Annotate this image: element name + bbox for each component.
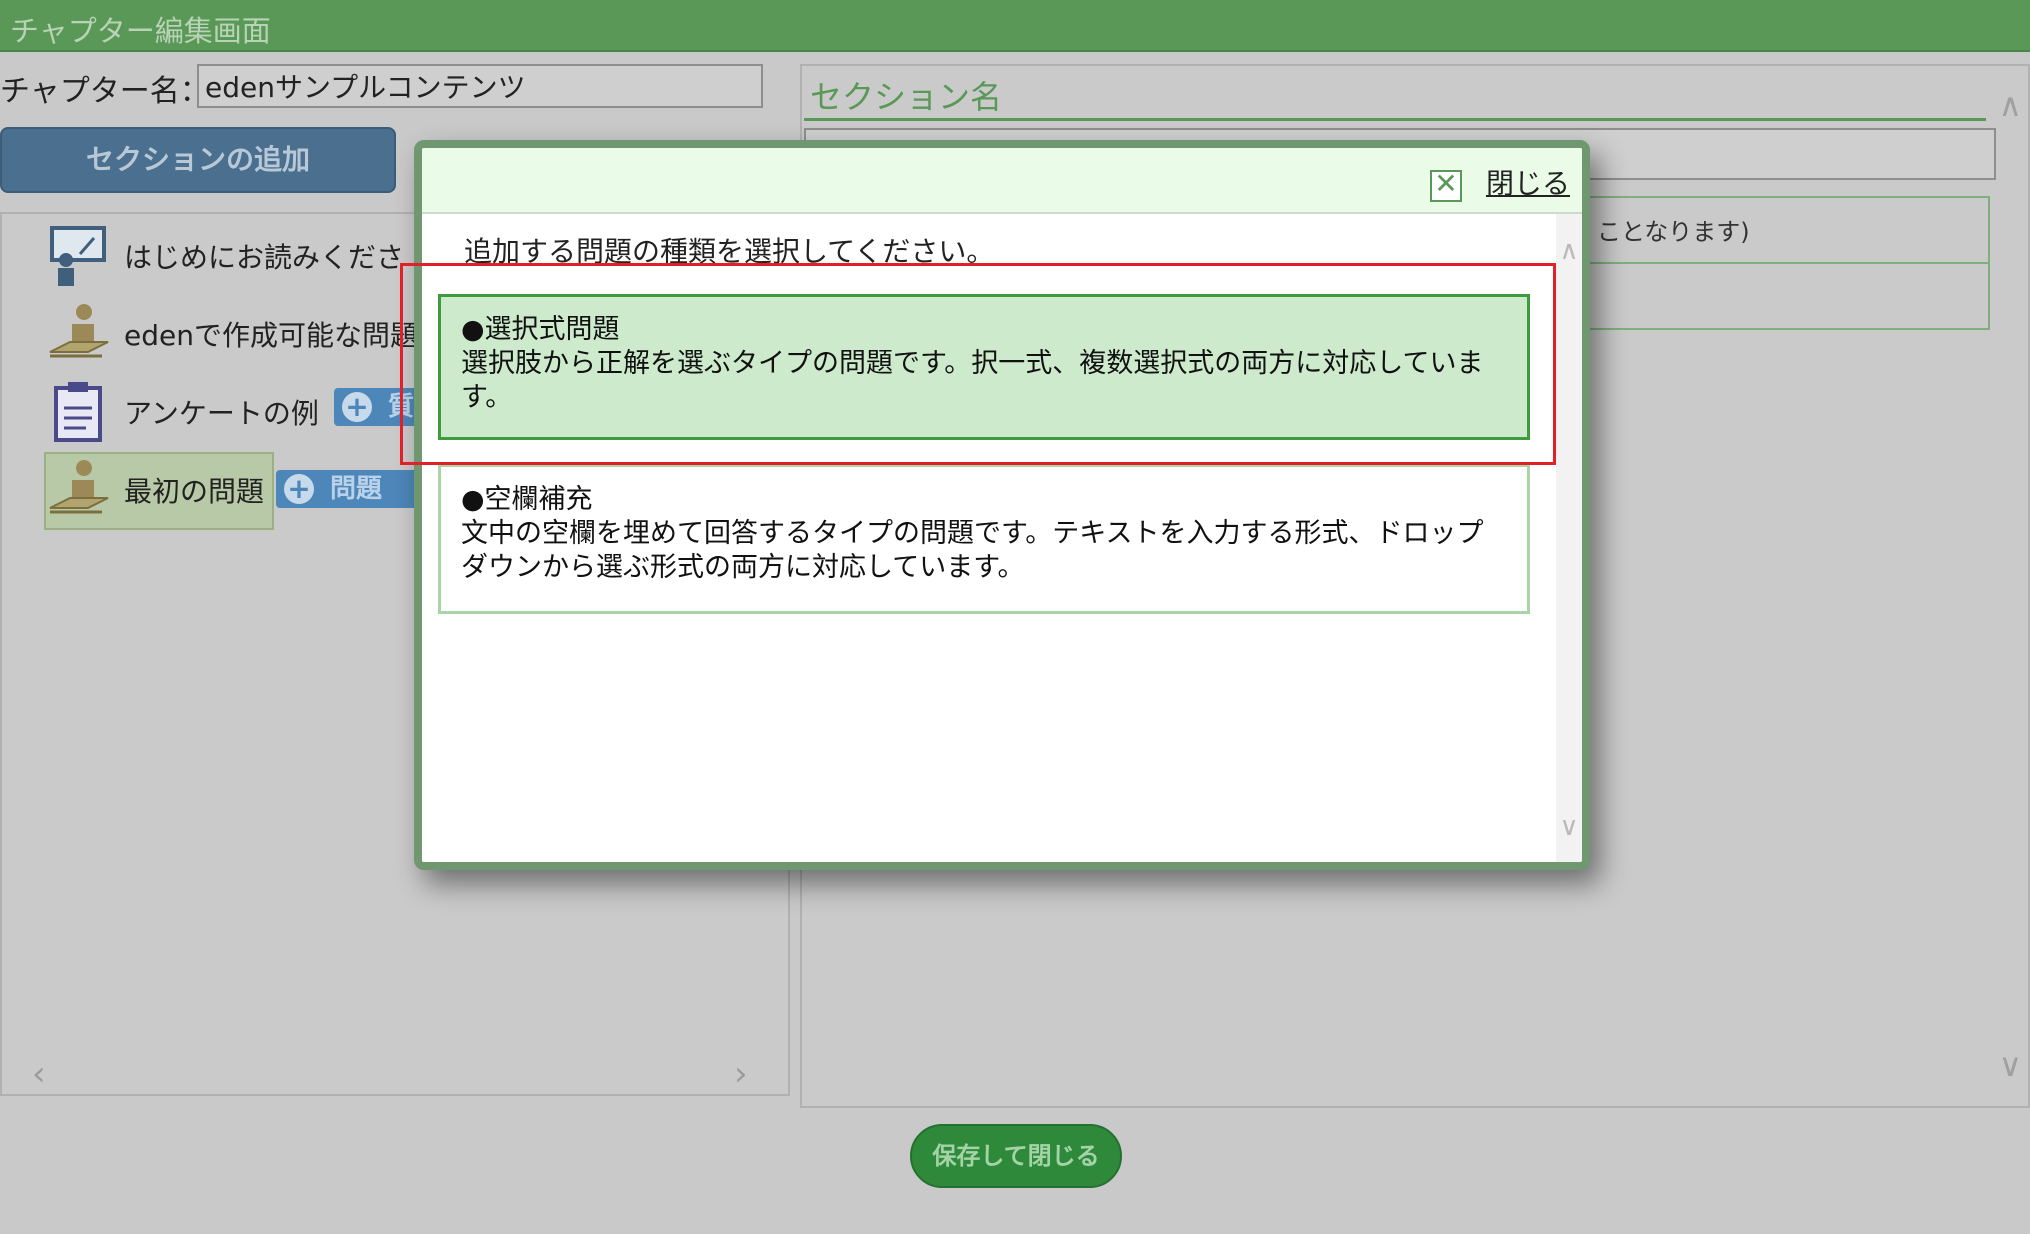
- tree-item-survey[interactable]: アンケートの例 + 質: [46, 380, 478, 442]
- button-label: 問題: [330, 474, 383, 504]
- tree-item-label: edenで作成可能な問題: [124, 319, 418, 352]
- chevron-up-icon[interactable]: ∧: [1556, 236, 1582, 266]
- tree-item-intro[interactable]: はじめにお読みくださ: [46, 224, 446, 286]
- title-bar: チャプター編集画面: [0, 0, 2030, 52]
- student-desk-icon: [49, 304, 109, 358]
- presentation-icon: [50, 226, 106, 286]
- section-name-heading: セクション名: [810, 78, 1003, 116]
- tree-item-label: はじめにお読みくださ: [124, 241, 405, 274]
- option-description: 文中の空欄を埋めて回答するタイプの問題です。テキストを入力する形式、ドロップダウ…: [461, 518, 1484, 583]
- chapter-name-input[interactable]: [197, 64, 763, 108]
- plus-icon: +: [342, 392, 372, 422]
- scroll-down-icon[interactable]: ∨: [1999, 1046, 2022, 1084]
- add-section-button[interactable]: セクションの追加: [0, 127, 396, 193]
- clipboard-icon: [54, 382, 102, 442]
- tree-item-question-types[interactable]: edenで作成可能な問題: [46, 302, 446, 362]
- dialog-header: ✕ 閉じる: [422, 148, 1582, 214]
- chapter-name-label: チャプター名：: [0, 74, 210, 109]
- page-title: チャプター編集画面: [10, 14, 271, 48]
- dialog-scrollbar[interactable]: ∧ ∨: [1556, 214, 1582, 862]
- highlight-box: [400, 263, 1556, 465]
- student-desk-icon: [49, 460, 109, 514]
- close-link[interactable]: 閉じる: [1486, 162, 1570, 202]
- chevron-down-icon[interactable]: ∨: [1556, 812, 1582, 842]
- tree-item-first-question[interactable]: 最初の問題: [44, 452, 274, 530]
- close-icon[interactable]: ✕: [1430, 170, 1462, 202]
- tree-item-label: アンケートの例: [124, 397, 319, 430]
- question-type-dialog: ✕ 閉じる 追加する問題の種類を選択してください。 ●選択式問題 選択肢から正解…: [414, 140, 1590, 870]
- scroll-left-icon[interactable]: ‹: [32, 1054, 46, 1094]
- scroll-up-icon[interactable]: ∧: [1999, 86, 2022, 124]
- save-and-close-button[interactable]: 保存して閉じる: [910, 1124, 1122, 1188]
- scroll-right-icon[interactable]: ›: [734, 1054, 748, 1094]
- tree-item-label: 最初の問題: [124, 475, 265, 508]
- plus-icon: +: [284, 474, 314, 504]
- option-fill-in-blank[interactable]: ●空欄補充 文中の空欄を埋めて回答するタイプの問題です。テキストを入力する形式、…: [438, 464, 1530, 614]
- section-divider: [804, 118, 1986, 121]
- section-note: ことなります): [1597, 218, 1750, 246]
- option-title: ●空欄補充: [461, 484, 593, 515]
